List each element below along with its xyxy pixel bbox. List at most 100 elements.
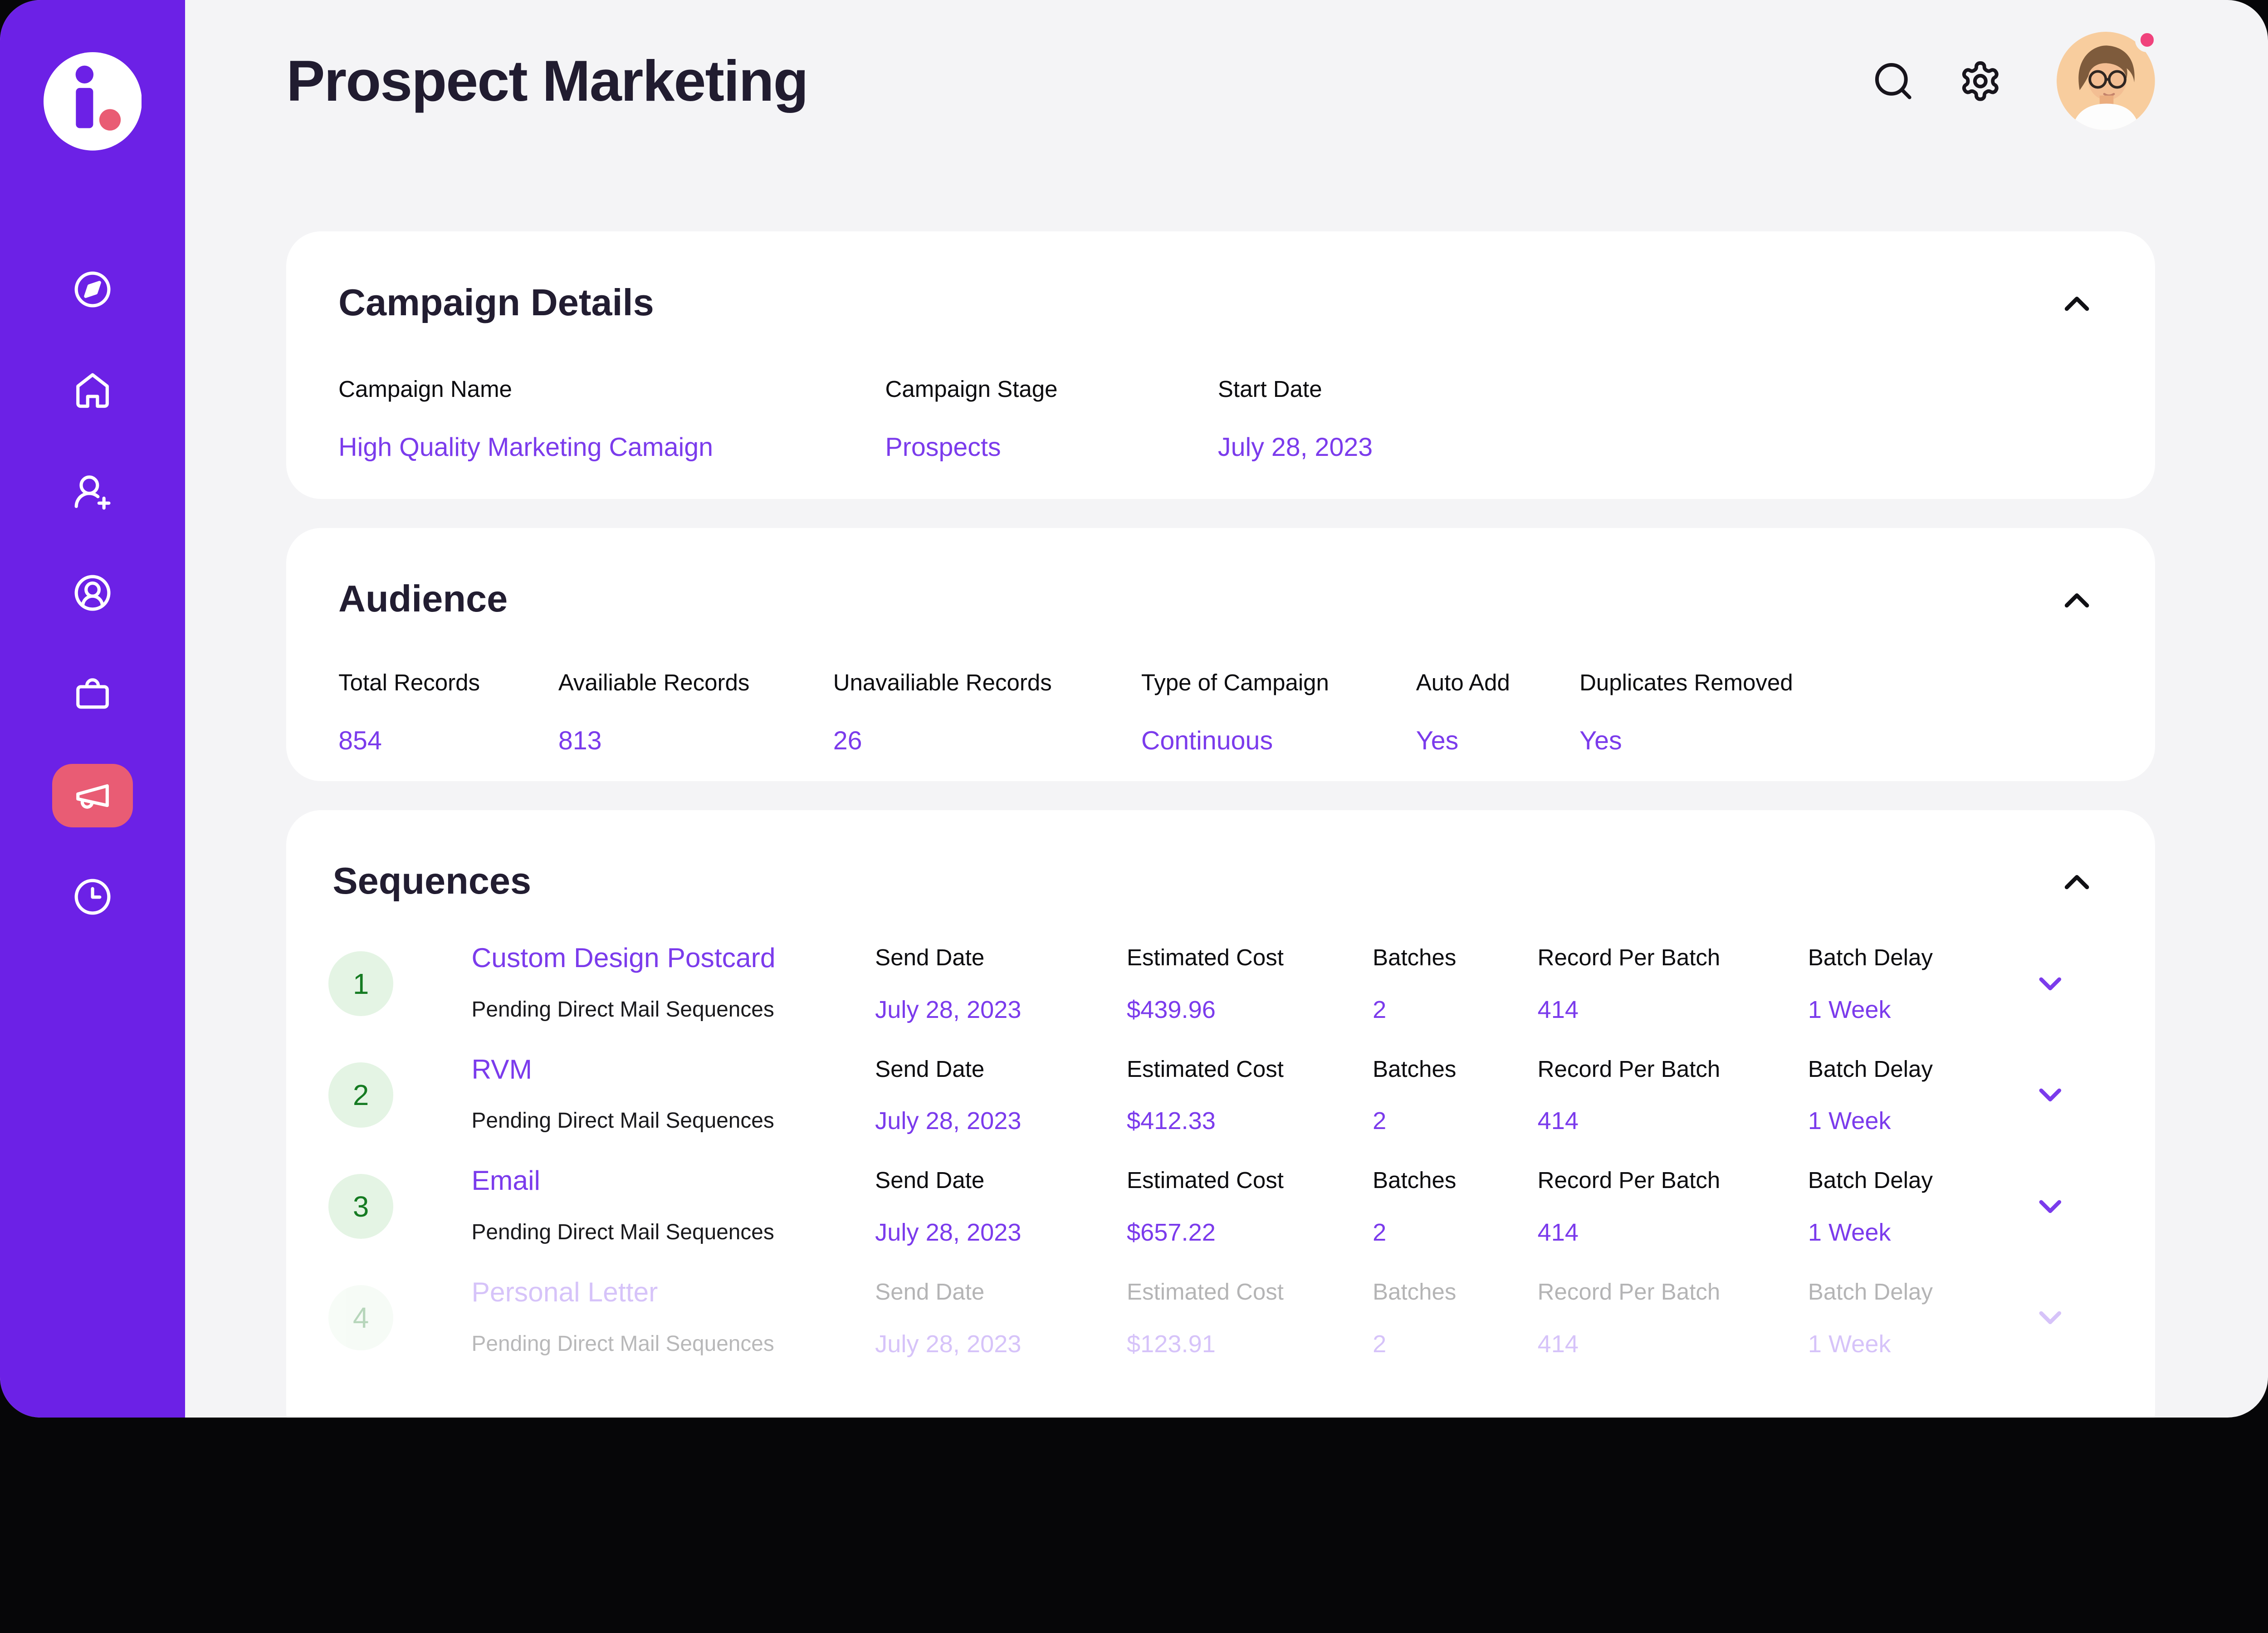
app-window: Prospect Marketing [0, 0, 2268, 1418]
sequence-title-block: Email Pending Direct Mail Sequences [472, 1164, 875, 1248]
app-logo [44, 0, 142, 151]
field-label: Availiable Records [558, 667, 833, 699]
field-available-records: Availiable Records 813 [558, 667, 833, 757]
audience-card: Audience Total Records 854 Availiable Re… [286, 528, 2155, 781]
field-value: July 28, 2023 [1218, 431, 2103, 463]
field-label: Start Date [1218, 373, 2103, 405]
sequence-title-link[interactable]: Email [472, 1164, 875, 1196]
expand-sequence-button [2032, 1300, 2068, 1336]
chevron-down-icon [2032, 966, 2068, 1002]
sidebar-item-campaigns[interactable] [52, 764, 133, 827]
field-value: Prospects [885, 431, 1217, 463]
field-value: Continuous [1141, 725, 1416, 757]
column-label: Estimated Cost [1127, 1164, 1373, 1196]
collapse-sequences-button[interactable] [2057, 862, 2097, 902]
gear-icon [1959, 59, 2002, 103]
cell-value: $439.96 [1127, 994, 1373, 1026]
i-dot-logo-icon [44, 52, 142, 151]
cell-value: July 28, 2023 [875, 1105, 1127, 1137]
record-per-batch-cell: Record Per Batch 414 [1538, 942, 1808, 1026]
sequence-subtitle: Pending Direct Mail Sequences [472, 1328, 875, 1360]
batch-delay-cell: Batch Delay 1 Week [1808, 1053, 2021, 1137]
field-label: Campaign Stage [885, 373, 1217, 405]
campaign-details-card: Campaign Details Campaign Name High Qual… [286, 231, 2155, 499]
main-content: Prospect Marketing [185, 0, 2268, 1418]
field-campaign-name: Campaign Name High Quality Marketing Cam… [338, 373, 885, 463]
field-label: Unavailiable Records [833, 667, 1141, 699]
sequence-row-2: 2 RVM Pending Direct Mail Sequences Send… [328, 1053, 2103, 1137]
expand-sequence-button[interactable] [2032, 966, 2068, 1002]
sequence-title-block: Custom Design Postcard Pending Direct Ma… [472, 942, 875, 1026]
sidebar-item-history[interactable] [61, 865, 124, 929]
column-label: Send Date [875, 1276, 1127, 1308]
field-value: 854 [338, 725, 558, 757]
sidebar-item-contacts[interactable] [61, 561, 124, 625]
search-button[interactable] [1872, 59, 1915, 103]
field-campaign-stage: Campaign Stage Prospects [885, 373, 1217, 463]
column-label: Record Per Batch [1538, 1164, 1808, 1196]
chevron-down-icon [2032, 1300, 2068, 1336]
sequence-number-badge: 3 [328, 1174, 393, 1239]
field-value: 26 [833, 725, 1141, 757]
chevron-up-icon [2057, 284, 2097, 324]
record-per-batch-cell: Record Per Batch 414 [1538, 1164, 1808, 1248]
settings-button[interactable] [1959, 59, 2002, 103]
search-icon [1872, 59, 1915, 103]
column-label: Estimated Cost [1127, 1276, 1373, 1308]
collapse-campaign-details-button[interactable] [2057, 284, 2097, 324]
sidebar-item-explore[interactable] [61, 258, 124, 321]
cell-value: 1 Week [1808, 1217, 2021, 1248]
column-label: Record Per Batch [1538, 1053, 1808, 1085]
cell-value: 2 [1373, 1105, 1538, 1137]
field-value: 813 [558, 725, 833, 757]
batches-cell: Batches 2 [1373, 1276, 1538, 1360]
sequence-title-link[interactable]: Custom Design Postcard [472, 942, 875, 973]
user-circle-icon [73, 573, 112, 612]
cell-value: $412.33 [1127, 1105, 1373, 1137]
estimated-cost-cell: Estimated Cost $412.33 [1127, 1053, 1373, 1137]
cell-value: 414 [1538, 1328, 1808, 1360]
collapse-audience-button[interactable] [2057, 580, 2097, 621]
cell-value: $123.91 [1127, 1328, 1373, 1360]
sequence-subtitle: Pending Direct Mail Sequences [472, 994, 875, 1026]
briefcase-icon [73, 675, 112, 714]
sequence-title-block: Personal Letter Pending Direct Mail Sequ… [472, 1276, 875, 1360]
column-label: Batches [1373, 1164, 1538, 1196]
estimated-cost-cell: Estimated Cost $657.22 [1127, 1164, 1373, 1248]
sequence-title-block: RVM Pending Direct Mail Sequences [472, 1053, 875, 1137]
column-label: Batches [1373, 942, 1538, 973]
compass-icon [73, 270, 112, 309]
field-value: Yes [1416, 725, 1579, 757]
sequence-number-badge: 4 [328, 1285, 393, 1350]
user-avatar[interactable] [2057, 32, 2155, 130]
expand-sequence-button[interactable] [2032, 1077, 2068, 1113]
column-label: Record Per Batch [1538, 942, 1808, 973]
field-label: Total Records [338, 667, 558, 699]
expand-sequence-button[interactable] [2032, 1188, 2068, 1225]
field-unavailable-records: Unavailiable Records 26 [833, 667, 1141, 757]
notification-dot [2135, 28, 2160, 52]
sequence-title-link[interactable]: RVM [472, 1053, 875, 1085]
sidebar-item-home[interactable] [61, 359, 124, 422]
batch-delay-cell: Batch Delay 1 Week [1808, 942, 2021, 1026]
column-label: Batch Delay [1808, 1276, 2021, 1308]
campaign-details-fields: Campaign Name High Quality Marketing Cam… [338, 373, 2103, 463]
column-label: Estimated Cost [1127, 1053, 1373, 1085]
audience-fields: Total Records 854 Availiable Records 813… [338, 667, 2103, 757]
batches-cell: Batches 2 [1373, 1164, 1538, 1248]
column-label: Estimated Cost [1127, 942, 1373, 973]
sidebar-item-add-contact[interactable] [61, 460, 124, 523]
sidebar [0, 0, 185, 1418]
field-type-of-campaign: Type of Campaign Continuous [1141, 667, 1416, 757]
sequence-subtitle: Pending Direct Mail Sequences [472, 1217, 875, 1248]
batch-delay-cell: Batch Delay 1 Week [1808, 1164, 2021, 1248]
estimated-cost-cell: Estimated Cost $123.91 [1127, 1276, 1373, 1360]
campaign-details-title: Campaign Details [338, 281, 2103, 324]
chevron-up-icon [2057, 862, 2097, 902]
field-value: High Quality Marketing Camaign [338, 431, 885, 463]
sidebar-item-jobs[interactable] [61, 662, 124, 726]
clock-icon [73, 877, 112, 916]
cell-value: 2 [1373, 1217, 1538, 1248]
column-label: Send Date [875, 942, 1127, 973]
home-icon [73, 371, 112, 410]
